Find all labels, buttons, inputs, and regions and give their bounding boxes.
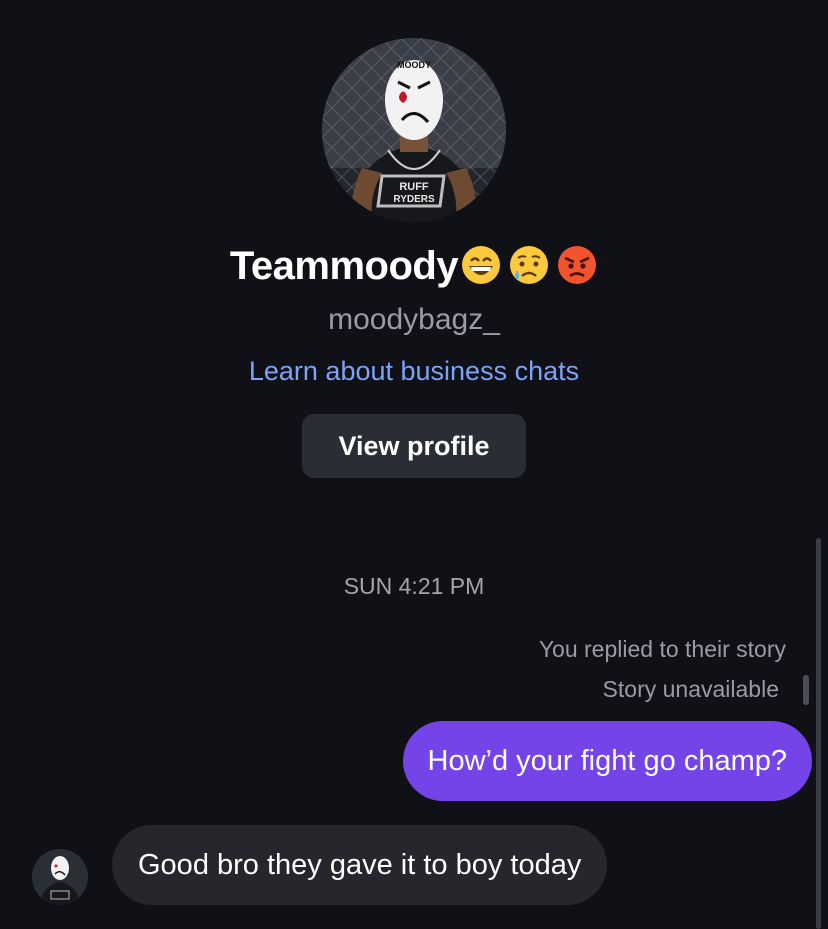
outgoing-message-bubble[interactable]: How’d your fight go champ? (402, 721, 812, 801)
crying-face-emoji-icon (510, 246, 549, 284)
profile-avatar[interactable]: MOODY RUFF RYDERS (322, 38, 506, 222)
message-text: How’d your fight go champ? (427, 744, 787, 777)
profile-photo: MOODY RUFF RYDERS (322, 38, 506, 222)
view-profile-button[interactable]: View profile (302, 414, 526, 478)
sender-photo (32, 849, 88, 905)
story-reply-context: You replied to their story (538, 636, 786, 662)
message-timestamp: SUN 4:21 PM (343, 573, 485, 599)
story-unavailable-label[interactable]: Story unavailable (603, 672, 779, 706)
scrollbar[interactable] (816, 538, 821, 929)
svg-text:MOODY: MOODY (397, 60, 431, 70)
display-name: Teammoody (229, 244, 459, 288)
learn-business-chats-link[interactable]: Learn about business chats (0, 352, 828, 390)
incoming-message-bubble[interactable]: Good bro they gave it to boy today (112, 825, 608, 905)
grinning-face-emoji-icon (462, 246, 501, 284)
message-text: Good bro they gave it to boy today (138, 848, 582, 881)
svg-text:RYDERS: RYDERS (393, 194, 435, 205)
username: moodybagz_ (328, 303, 500, 336)
story-reply-bar (803, 675, 809, 705)
angry-face-emoji-icon (558, 246, 597, 284)
display-name-row: Teammoody (0, 240, 828, 292)
svg-text:RUFF: RUFF (399, 181, 429, 193)
sender-avatar[interactable] (32, 849, 88, 905)
